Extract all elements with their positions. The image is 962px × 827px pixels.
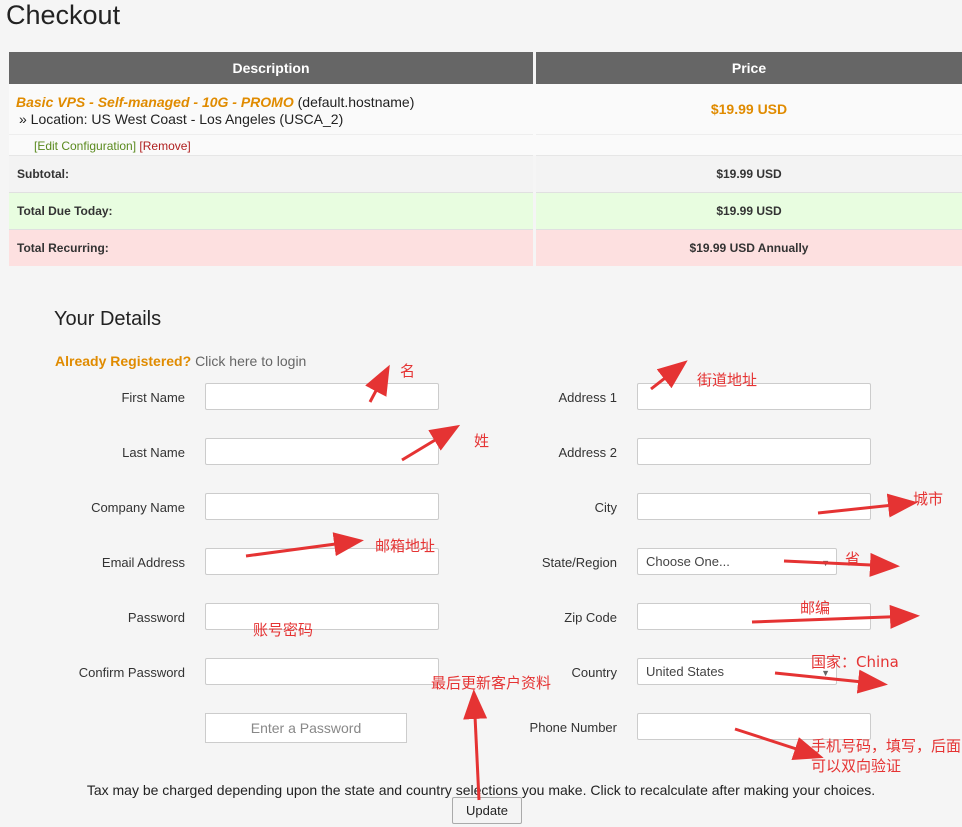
annotation-update: 最后更新客户资料 (431, 674, 552, 692)
annotation-password: 账号密码 (253, 621, 314, 639)
annotation-country: 国家：China (811, 653, 899, 671)
annotation-first-name: 名 (400, 362, 416, 380)
arrow-country (774, 669, 888, 694)
arrow-update (463, 689, 488, 801)
annotation-last-name: 姓 (474, 432, 490, 450)
arrow-email (245, 532, 364, 558)
annotation-zip: 邮编 (800, 599, 831, 617)
arrow-phone (734, 727, 824, 760)
annotation-state: 省 (845, 550, 861, 568)
annotation-arrows (245, 360, 920, 801)
arrow-last-name (401, 424, 461, 462)
arrow-state (783, 552, 900, 577)
annotation-phone: 手机号码，填写，后面可以双向验证 (811, 737, 962, 775)
arrow-address (650, 360, 688, 391)
annotation-email: 邮箱地址 (375, 537, 436, 555)
annotation-address: 街道地址 (697, 371, 758, 389)
arrow-city (817, 493, 918, 518)
annotation-city: 城市 (913, 490, 944, 508)
arrow-zip (751, 604, 920, 629)
arrow-first-name (365, 364, 390, 403)
